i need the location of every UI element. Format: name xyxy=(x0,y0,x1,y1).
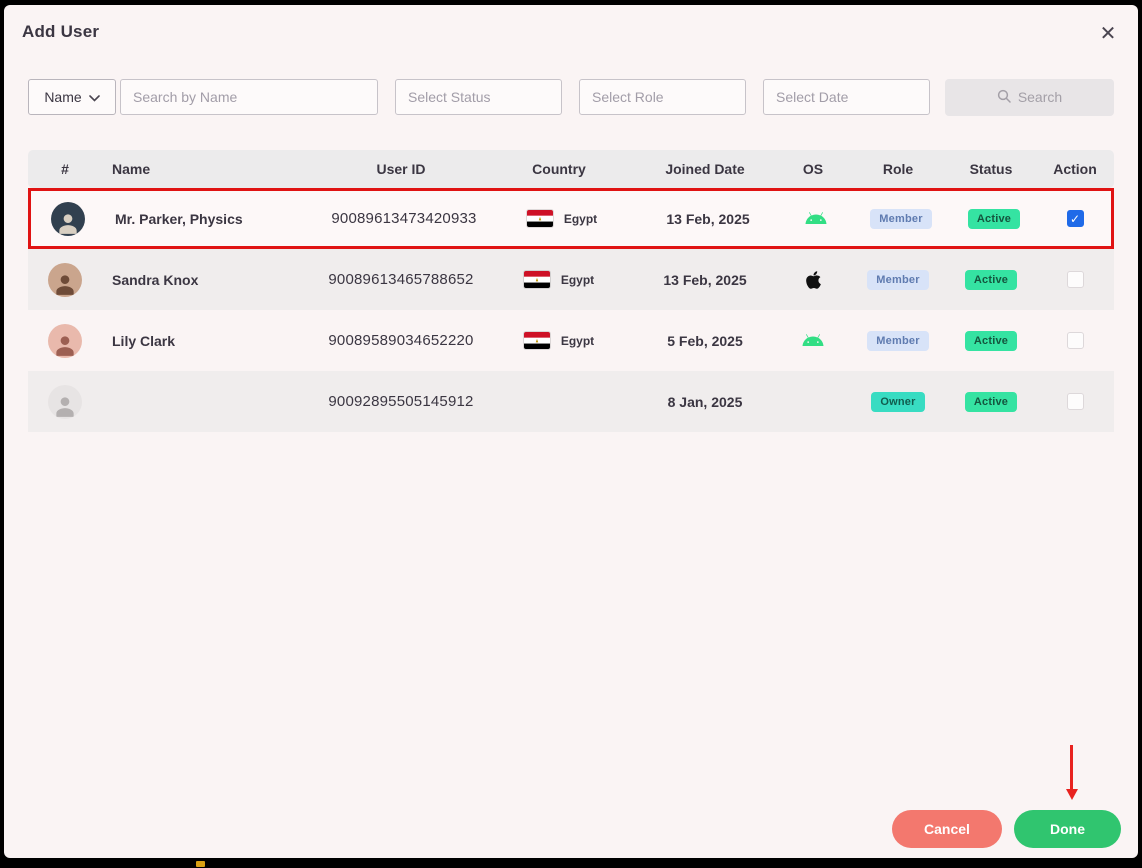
filter-bar: Name Search xyxy=(28,78,1114,116)
row-checkbox[interactable] xyxy=(1066,393,1084,410)
screen-bezel-artifact xyxy=(196,861,205,867)
status-badge: Active xyxy=(967,208,1021,229)
status-badge: Active xyxy=(964,391,1018,412)
role-badge: Owner xyxy=(871,391,925,412)
user-id: 90092895505145912 xyxy=(328,393,474,410)
col-header-os: OS xyxy=(802,161,824,177)
user-name: Mr. Parker, Physics xyxy=(115,210,243,227)
col-header-userid: User ID xyxy=(376,161,426,177)
done-button[interactable]: Done xyxy=(1014,810,1121,848)
country-label: Egypt xyxy=(563,211,598,226)
search-button-label: Search xyxy=(1017,89,1063,105)
joined-date: 13 Feb, 2025 xyxy=(666,210,750,227)
egypt-flag-icon xyxy=(523,271,550,288)
status-select-input[interactable] xyxy=(395,79,562,115)
android-icon xyxy=(802,330,824,352)
col-header-status: Status xyxy=(969,161,1013,177)
row-checkbox[interactable] xyxy=(1066,332,1084,349)
table-row[interactable]: Sandra Knox 90089613465788652 Egypt 13 F… xyxy=(28,249,1114,310)
search-input[interactable] xyxy=(120,79,378,115)
joined-date: 13 Feb, 2025 xyxy=(663,271,747,288)
role-badge: Member xyxy=(867,269,929,290)
status-badge: Active xyxy=(964,330,1018,351)
egypt-flag-icon xyxy=(523,332,550,349)
search-button[interactable]: Search xyxy=(945,78,1114,116)
avatar xyxy=(48,262,82,297)
role-badge: Member xyxy=(870,208,932,229)
users-table: # Name User ID Country Joined Date OS Ro… xyxy=(28,150,1114,432)
field-selector-dropdown[interactable]: Name xyxy=(28,79,116,115)
joined-date: 5 Feb, 2025 xyxy=(667,332,743,349)
modal-title: Add User xyxy=(22,22,100,41)
cancel-button[interactable]: Cancel xyxy=(892,810,1002,848)
add-user-modal: Add User ✕ Name Search # Name User ID Co… xyxy=(4,5,1138,858)
user-id: 90089613465788652 xyxy=(328,271,474,288)
chevron-down-icon xyxy=(88,89,100,105)
col-header-country: Country xyxy=(532,161,586,177)
role-select-input[interactable] xyxy=(579,79,746,115)
avatar-placeholder-icon xyxy=(48,384,82,419)
table-row[interactable]: 90092895505145912 8 Jan, 2025 Owner Acti… xyxy=(28,371,1114,432)
user-id: 90089589034652220 xyxy=(328,332,474,349)
role-badge: Member xyxy=(867,330,929,351)
avatar xyxy=(51,201,85,236)
joined-date: 8 Jan, 2025 xyxy=(667,393,743,410)
table-row[interactable]: Lily Clark 90089589034652220 Egypt 5 Feb… xyxy=(28,310,1114,371)
egypt-flag-icon xyxy=(526,210,553,227)
search-icon xyxy=(997,89,1011,106)
country-label: Egypt xyxy=(560,272,595,287)
table-header-row: # Name User ID Country Joined Date OS Ro… xyxy=(28,150,1114,188)
close-icon[interactable]: ✕ xyxy=(1094,19,1122,47)
col-header-index: # xyxy=(61,161,69,177)
col-header-joined: Joined Date xyxy=(665,161,745,177)
col-header-action: Action xyxy=(1053,161,1097,177)
field-selector-label: Name xyxy=(44,89,82,105)
avatar xyxy=(48,323,82,358)
user-name: Lily Clark xyxy=(112,332,176,349)
user-name: Sandra Knox xyxy=(112,271,199,288)
col-header-name: Name xyxy=(112,161,151,177)
date-select-input[interactable] xyxy=(763,79,930,115)
user-id: 90089613473420933 xyxy=(331,210,477,227)
status-badge: Active xyxy=(964,269,1018,290)
col-header-role: Role xyxy=(882,161,914,177)
annotation-arrow-down xyxy=(1066,745,1078,803)
row-checkbox[interactable] xyxy=(1066,210,1084,227)
country-label: Egypt xyxy=(560,333,595,348)
table-row[interactable]: Mr. Parker, Physics 90089613473420933 Eg… xyxy=(28,188,1114,249)
apple-icon xyxy=(802,269,824,291)
row-checkbox[interactable] xyxy=(1066,271,1084,288)
android-icon xyxy=(805,208,827,230)
